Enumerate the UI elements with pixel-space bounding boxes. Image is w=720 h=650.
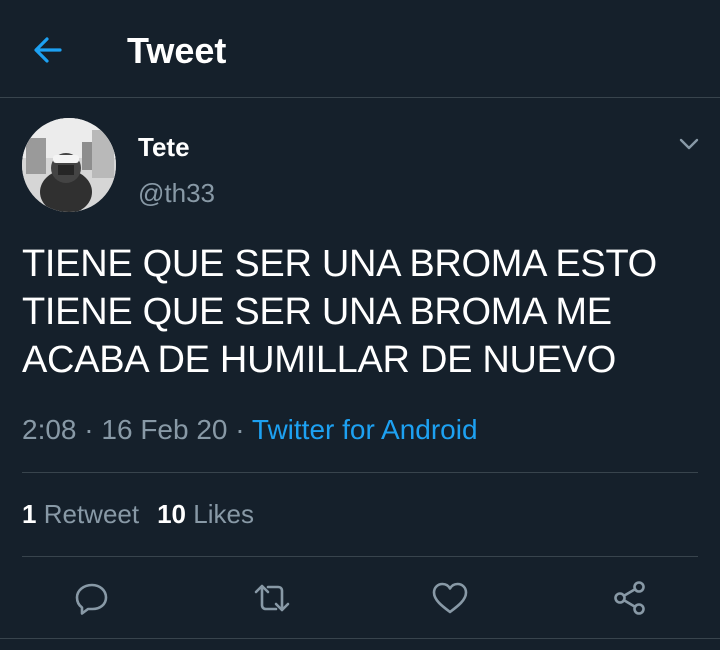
like-label: Likes [193,499,254,529]
tweet-text-line: ACABA DE HUMILLAR DE NUEVO [22,339,617,381]
meta-separator: · [235,414,245,445]
chevron-down-icon [679,138,699,150]
author-name[interactable]: Tete [138,132,190,162]
retweet-count: 1 [22,499,37,529]
share-icon [614,581,645,615]
tweet-text-line: TIENE QUE SER UNA BROMA ME [22,291,612,333]
likes-stat[interactable]: 10 Likes [157,499,254,529]
divider [0,638,720,639]
tweet-metadata: 2:08 · 16 Feb 20 · Twitter for Android [22,412,478,448]
back-button[interactable] [28,30,68,70]
top-bar: Tweet [0,0,720,98]
divider [22,472,698,473]
retweet-button[interactable] [252,578,292,618]
retweet-icon [254,584,290,612]
reply-button[interactable] [72,578,112,618]
meta-separator: · [84,414,94,445]
author-handle[interactable]: @th33 [138,178,215,208]
tweet-text: TIENE QUE SER UNA BROMA ESTO TIENE QUE S… [22,240,698,384]
engagement-counts: 1 Retweet 10 Likes [22,496,254,532]
tweet-menu-button[interactable] [676,134,702,154]
profile-photo [22,118,116,212]
tweet-text-line: TIENE QUE SER UNA BROMA ESTO [22,243,657,285]
divider [22,556,698,557]
tweet-source-link[interactable]: Twitter for Android [252,414,478,445]
like-button[interactable] [430,578,470,618]
avatar[interactable] [22,118,116,212]
arrow-left-icon [34,37,62,63]
like-count: 10 [157,499,187,529]
retweets-stat[interactable]: 1 Retweet [22,499,139,529]
action-bar [0,572,720,622]
reply-icon [75,583,108,615]
retweet-label: Retweet [43,499,140,529]
page-title: Tweet [127,30,227,71]
share-button[interactable] [610,578,650,618]
heart-icon [432,582,468,614]
tweet-date: 16 Feb 20 [101,414,228,445]
tweet-time: 2:08 [22,414,77,445]
